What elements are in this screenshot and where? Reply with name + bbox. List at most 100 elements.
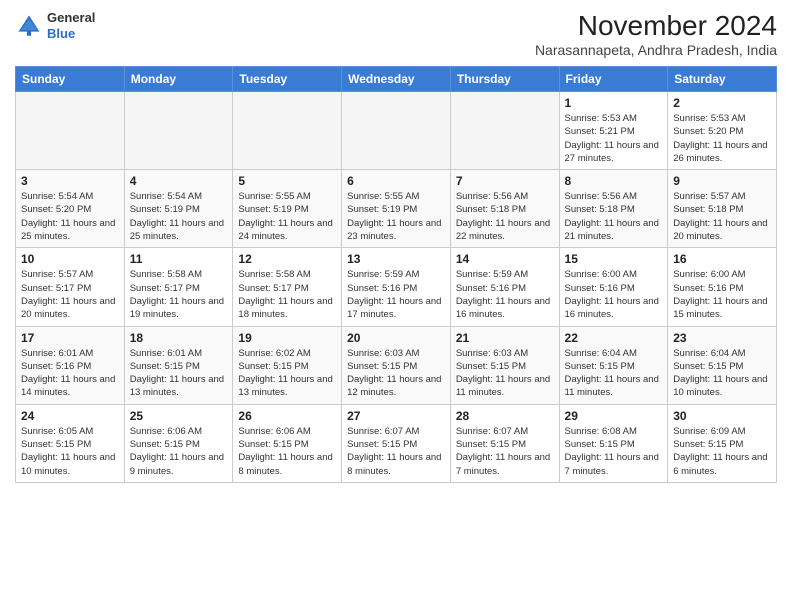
day-cell: 15 Sunrise: 6:00 AMSunset: 5:16 PMDaylig… <box>559 248 668 326</box>
day-cell: 13 Sunrise: 5:59 AMSunset: 5:16 PMDaylig… <box>342 248 451 326</box>
day-number: 18 <box>130 331 228 345</box>
weekday-header-friday: Friday <box>559 67 668 92</box>
day-cell: 18 Sunrise: 6:01 AMSunset: 5:15 PMDaylig… <box>124 326 233 404</box>
week-row-2: 3 Sunrise: 5:54 AMSunset: 5:20 PMDayligh… <box>16 170 777 248</box>
weekday-header-thursday: Thursday <box>450 67 559 92</box>
day-info: Sunrise: 5:58 AMSunset: 5:17 PMDaylight:… <box>238 268 336 321</box>
logo-icon <box>15 12 43 40</box>
day-number: 21 <box>456 331 554 345</box>
day-cell: 2 Sunrise: 5:53 AMSunset: 5:20 PMDayligh… <box>668 92 777 170</box>
day-info: Sunrise: 5:53 AMSunset: 5:20 PMDaylight:… <box>673 112 771 165</box>
day-info: Sunrise: 6:03 AMSunset: 5:15 PMDaylight:… <box>347 347 445 400</box>
logo-general: General <box>47 10 95 26</box>
day-number: 9 <box>673 174 771 188</box>
weekday-header-sunday: Sunday <box>16 67 125 92</box>
day-number: 16 <box>673 252 771 266</box>
day-cell: 12 Sunrise: 5:58 AMSunset: 5:17 PMDaylig… <box>233 248 342 326</box>
day-info: Sunrise: 6:06 AMSunset: 5:15 PMDaylight:… <box>130 425 228 478</box>
header: General Blue November 2024 Narasannapeta… <box>15 10 777 58</box>
logo: General Blue <box>15 10 95 41</box>
day-number: 22 <box>565 331 663 345</box>
day-info: Sunrise: 6:04 AMSunset: 5:15 PMDaylight:… <box>565 347 663 400</box>
day-cell: 30 Sunrise: 6:09 AMSunset: 5:15 PMDaylig… <box>668 404 777 482</box>
day-number: 24 <box>21 409 119 423</box>
day-info: Sunrise: 5:59 AMSunset: 5:16 PMDaylight:… <box>347 268 445 321</box>
day-cell: 10 Sunrise: 5:57 AMSunset: 5:17 PMDaylig… <box>16 248 125 326</box>
week-row-5: 24 Sunrise: 6:05 AMSunset: 5:15 PMDaylig… <box>16 404 777 482</box>
weekday-header-row: SundayMondayTuesdayWednesdayThursdayFrid… <box>16 67 777 92</box>
day-cell: 26 Sunrise: 6:06 AMSunset: 5:15 PMDaylig… <box>233 404 342 482</box>
weekday-header-wednesday: Wednesday <box>342 67 451 92</box>
day-number: 13 <box>347 252 445 266</box>
day-number: 2 <box>673 96 771 110</box>
day-cell: 1 Sunrise: 5:53 AMSunset: 5:21 PMDayligh… <box>559 92 668 170</box>
day-info: Sunrise: 6:00 AMSunset: 5:16 PMDaylight:… <box>565 268 663 321</box>
day-number: 5 <box>238 174 336 188</box>
day-info: Sunrise: 6:06 AMSunset: 5:15 PMDaylight:… <box>238 425 336 478</box>
calendar: SundayMondayTuesdayWednesdayThursdayFrid… <box>15 66 777 483</box>
day-number: 30 <box>673 409 771 423</box>
day-cell: 23 Sunrise: 6:04 AMSunset: 5:15 PMDaylig… <box>668 326 777 404</box>
day-cell: 19 Sunrise: 6:02 AMSunset: 5:15 PMDaylig… <box>233 326 342 404</box>
day-info: Sunrise: 5:58 AMSunset: 5:17 PMDaylight:… <box>130 268 228 321</box>
weekday-header-monday: Monday <box>124 67 233 92</box>
location: Narasannapeta, Andhra Pradesh, India <box>535 42 777 58</box>
day-cell: 8 Sunrise: 5:56 AMSunset: 5:18 PMDayligh… <box>559 170 668 248</box>
day-info: Sunrise: 6:09 AMSunset: 5:15 PMDaylight:… <box>673 425 771 478</box>
day-info: Sunrise: 6:01 AMSunset: 5:16 PMDaylight:… <box>21 347 119 400</box>
day-number: 17 <box>21 331 119 345</box>
day-info: Sunrise: 6:04 AMSunset: 5:15 PMDaylight:… <box>673 347 771 400</box>
day-cell: 21 Sunrise: 6:03 AMSunset: 5:15 PMDaylig… <box>450 326 559 404</box>
day-cell: 29 Sunrise: 6:08 AMSunset: 5:15 PMDaylig… <box>559 404 668 482</box>
day-cell: 27 Sunrise: 6:07 AMSunset: 5:15 PMDaylig… <box>342 404 451 482</box>
logo-blue: Blue <box>47 26 95 42</box>
day-info: Sunrise: 6:05 AMSunset: 5:15 PMDaylight:… <box>21 425 119 478</box>
day-cell: 24 Sunrise: 6:05 AMSunset: 5:15 PMDaylig… <box>16 404 125 482</box>
day-number: 14 <box>456 252 554 266</box>
day-number: 11 <box>130 252 228 266</box>
day-info: Sunrise: 5:54 AMSunset: 5:20 PMDaylight:… <box>21 190 119 243</box>
week-row-3: 10 Sunrise: 5:57 AMSunset: 5:17 PMDaylig… <box>16 248 777 326</box>
day-info: Sunrise: 5:55 AMSunset: 5:19 PMDaylight:… <box>238 190 336 243</box>
day-cell: 20 Sunrise: 6:03 AMSunset: 5:15 PMDaylig… <box>342 326 451 404</box>
day-info: Sunrise: 5:59 AMSunset: 5:16 PMDaylight:… <box>456 268 554 321</box>
day-number: 19 <box>238 331 336 345</box>
day-number: 15 <box>565 252 663 266</box>
day-cell: 17 Sunrise: 6:01 AMSunset: 5:16 PMDaylig… <box>16 326 125 404</box>
day-cell: 3 Sunrise: 5:54 AMSunset: 5:20 PMDayligh… <box>16 170 125 248</box>
day-number: 1 <box>565 96 663 110</box>
week-row-4: 17 Sunrise: 6:01 AMSunset: 5:16 PMDaylig… <box>16 326 777 404</box>
day-number: 29 <box>565 409 663 423</box>
day-cell <box>450 92 559 170</box>
day-cell: 7 Sunrise: 5:56 AMSunset: 5:18 PMDayligh… <box>450 170 559 248</box>
day-info: Sunrise: 6:01 AMSunset: 5:15 PMDaylight:… <box>130 347 228 400</box>
weekday-header-tuesday: Tuesday <box>233 67 342 92</box>
day-number: 10 <box>21 252 119 266</box>
month-title: November 2024 <box>535 10 777 42</box>
day-info: Sunrise: 6:02 AMSunset: 5:15 PMDaylight:… <box>238 347 336 400</box>
day-number: 28 <box>456 409 554 423</box>
day-number: 6 <box>347 174 445 188</box>
day-number: 20 <box>347 331 445 345</box>
weekday-header-saturday: Saturday <box>668 67 777 92</box>
day-cell <box>16 92 125 170</box>
day-number: 3 <box>21 174 119 188</box>
logo-text: General Blue <box>47 10 95 41</box>
day-info: Sunrise: 5:57 AMSunset: 5:17 PMDaylight:… <box>21 268 119 321</box>
day-cell <box>124 92 233 170</box>
day-cell: 4 Sunrise: 5:54 AMSunset: 5:19 PMDayligh… <box>124 170 233 248</box>
day-info: Sunrise: 5:57 AMSunset: 5:18 PMDaylight:… <box>673 190 771 243</box>
day-info: Sunrise: 6:00 AMSunset: 5:16 PMDaylight:… <box>673 268 771 321</box>
day-number: 8 <box>565 174 663 188</box>
title-section: November 2024 Narasannapeta, Andhra Prad… <box>535 10 777 58</box>
day-info: Sunrise: 6:03 AMSunset: 5:15 PMDaylight:… <box>456 347 554 400</box>
day-number: 4 <box>130 174 228 188</box>
day-cell: 16 Sunrise: 6:00 AMSunset: 5:16 PMDaylig… <box>668 248 777 326</box>
day-number: 7 <box>456 174 554 188</box>
day-cell: 11 Sunrise: 5:58 AMSunset: 5:17 PMDaylig… <box>124 248 233 326</box>
day-cell: 6 Sunrise: 5:55 AMSunset: 5:19 PMDayligh… <box>342 170 451 248</box>
day-cell <box>342 92 451 170</box>
day-number: 25 <box>130 409 228 423</box>
day-info: Sunrise: 6:07 AMSunset: 5:15 PMDaylight:… <box>347 425 445 478</box>
day-cell: 5 Sunrise: 5:55 AMSunset: 5:19 PMDayligh… <box>233 170 342 248</box>
